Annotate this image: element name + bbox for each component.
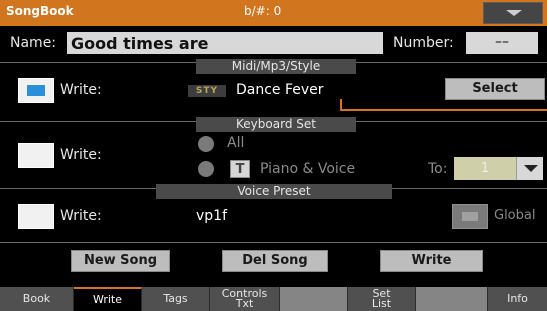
midi-write-checkbox[interactable] xyxy=(18,78,54,103)
write-button[interactable]: Write xyxy=(380,250,483,272)
to-select-value[interactable]: 1 xyxy=(454,157,516,180)
tab-write[interactable]: Write xyxy=(74,287,142,311)
name-label: Name: xyxy=(10,35,57,51)
all-radio[interactable] xyxy=(198,136,214,152)
connector-line xyxy=(340,109,547,111)
chevron-down-icon xyxy=(524,165,538,172)
checkbox-indicator xyxy=(462,212,478,221)
to-label: To: xyxy=(428,161,448,177)
page-menu-button[interactable] xyxy=(483,2,543,24)
del-song-button[interactable]: Del Song xyxy=(222,250,328,272)
global-checkbox[interactable] xyxy=(452,204,488,229)
to-dropdown-button[interactable] xyxy=(516,157,543,180)
keyboard-write-label: Write: xyxy=(60,147,102,163)
app-title: SongBook xyxy=(6,4,74,18)
midi-write-label: Write: xyxy=(60,82,102,98)
global-label: Global xyxy=(494,208,536,223)
piano-voice-radio[interactable] xyxy=(198,161,214,177)
style-name: Dance Fever xyxy=(236,82,324,98)
voice-preset-section-title: Voice Preset xyxy=(156,184,392,199)
tab-book[interactable]: Book xyxy=(0,287,74,311)
transpose-readout: b/#: 0 xyxy=(244,4,282,18)
title-bar: SongBook b/#: 0 xyxy=(0,0,547,26)
voice-preset-value: vp1f xyxy=(196,208,228,224)
tab-info[interactable]: Info xyxy=(488,287,547,311)
tab-empty[interactable] xyxy=(280,287,348,311)
song-number-field[interactable]: –– xyxy=(466,32,538,54)
tab-set-list[interactable]: Set List xyxy=(348,287,416,311)
keyboard-set-section-title: Keyboard Set xyxy=(196,117,356,132)
tab-controls-txt[interactable]: Controls Txt xyxy=(210,287,280,311)
voice-preset-write-label: Write: xyxy=(60,208,102,224)
number-label: Number: xyxy=(393,35,454,51)
new-song-button[interactable]: New Song xyxy=(71,250,170,272)
all-radio-label: All xyxy=(227,135,245,151)
song-name-field[interactable]: Good times are xyxy=(67,32,383,54)
midi-section-title: Midi/Mp3/Style xyxy=(196,59,356,74)
voice-preset-write-checkbox[interactable] xyxy=(18,204,54,229)
tab-tags[interactable]: Tags xyxy=(142,287,210,311)
divider xyxy=(0,242,547,243)
tab-empty[interactable] xyxy=(416,287,488,311)
select-style-button[interactable]: Select xyxy=(445,78,545,100)
piano-voice-label: Piano & Voice xyxy=(260,161,356,177)
keyboard-write-checkbox[interactable] xyxy=(18,143,54,168)
t-badge-icon: T xyxy=(230,160,250,178)
style-type-badge: STY xyxy=(188,85,226,97)
